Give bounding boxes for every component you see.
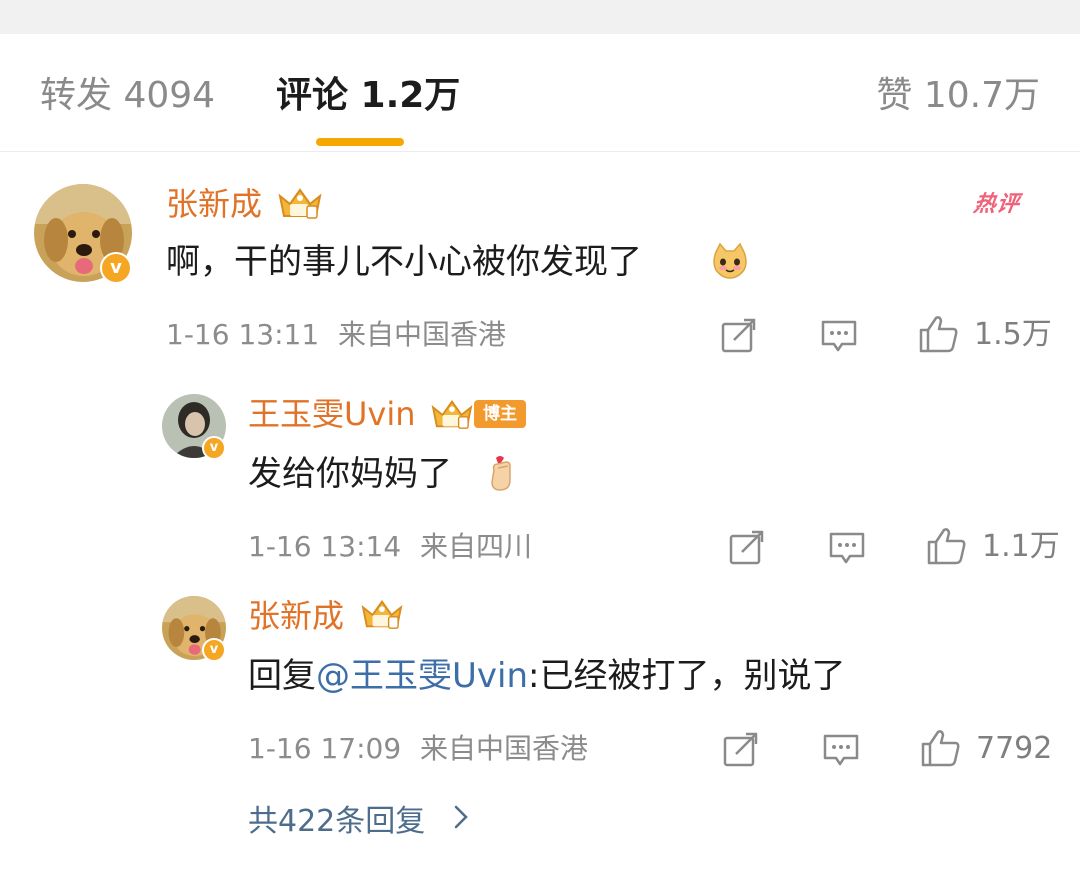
crown-badge-icon — [361, 600, 403, 629]
comment-meta: 1-16 13:11 来自中国香港 — [166, 318, 506, 352]
username[interactable]: 张新成 — [248, 596, 344, 636]
comment-time: 1-16 17:09 — [248, 732, 402, 765]
crown-badge-icon — [278, 188, 322, 219]
like-count: 1.1万 — [982, 529, 1060, 564]
comment-location: 来自中国香港 — [420, 732, 589, 765]
comment-location: 来自四川 — [420, 530, 533, 563]
comment-location: 来自中国香港 — [338, 318, 507, 351]
comment-meta: 1-16 13:14 来自四川 — [248, 530, 532, 564]
comment-text-body: 啊，干的事儿不小心被你发现了 — [166, 242, 642, 282]
comment-text-body: :已经被打了，别说了 — [528, 656, 846, 696]
blogger-tag: 博主 — [474, 400, 526, 428]
more-replies-link[interactable]: 共422条回复 — [248, 796, 425, 840]
tab-comments[interactable]: 评论 1.2万 — [276, 74, 460, 118]
like-count: 1.5万 — [974, 317, 1052, 352]
username[interactable]: 张新成 — [166, 184, 262, 224]
comment-text-body: 发给你妈妈了 — [248, 454, 452, 494]
repost-icon[interactable] — [720, 318, 758, 354]
username[interactable]: 王玉雯Uvin — [248, 394, 416, 434]
repost-icon[interactable] — [722, 732, 760, 768]
tab-active-indicator — [316, 138, 404, 146]
weibo-comment-page: 转发 4094 评论 1.2万 赞 10.7万 v 张新成 热评 啊，干的事儿不… — [0, 0, 1080, 869]
comment-meta: 1-16 17:09 来自中国香港 — [248, 732, 588, 766]
comment-text: 啊，干的事儿不小心被你发现了 — [166, 240, 642, 284]
comment-text: 发给你妈妈了 — [248, 452, 452, 496]
cat-face-emoji-icon — [713, 242, 747, 279]
chevron-right-icon[interactable] — [452, 804, 470, 830]
comment-icon[interactable] — [828, 530, 866, 566]
verified-badge: v — [100, 252, 132, 284]
like-count: 7792 — [976, 731, 1053, 766]
comment-time: 1-16 13:11 — [166, 318, 320, 351]
tab-bar: 转发 4094 评论 1.2万 赞 10.7万 — [0, 34, 1080, 152]
comment-time: 1-16 13:14 — [248, 530, 402, 563]
reply-prefix: 回复 — [248, 656, 316, 696]
hot-comment-tag: 热评 — [971, 192, 1022, 217]
like-icon[interactable] — [920, 728, 962, 768]
finger-heart-emoji-icon — [491, 456, 511, 491]
comment-text: 回复@王玉雯Uvin:已经被打了，别说了 — [248, 654, 845, 698]
crown-badge-icon — [431, 400, 473, 429]
verified-badge: v — [202, 436, 226, 460]
repost-icon[interactable] — [728, 530, 766, 566]
tab-reposts[interactable]: 转发 4094 — [40, 74, 215, 118]
comment-icon[interactable] — [820, 318, 858, 354]
top-strip — [0, 0, 1080, 34]
tab-likes[interactable]: 赞 10.7万 — [876, 74, 1040, 118]
like-icon[interactable] — [926, 526, 968, 566]
comment-icon[interactable] — [822, 732, 860, 768]
verified-badge: v — [202, 638, 226, 662]
mention-link[interactable]: @王玉雯Uvin — [316, 656, 528, 696]
like-icon[interactable] — [918, 314, 960, 354]
